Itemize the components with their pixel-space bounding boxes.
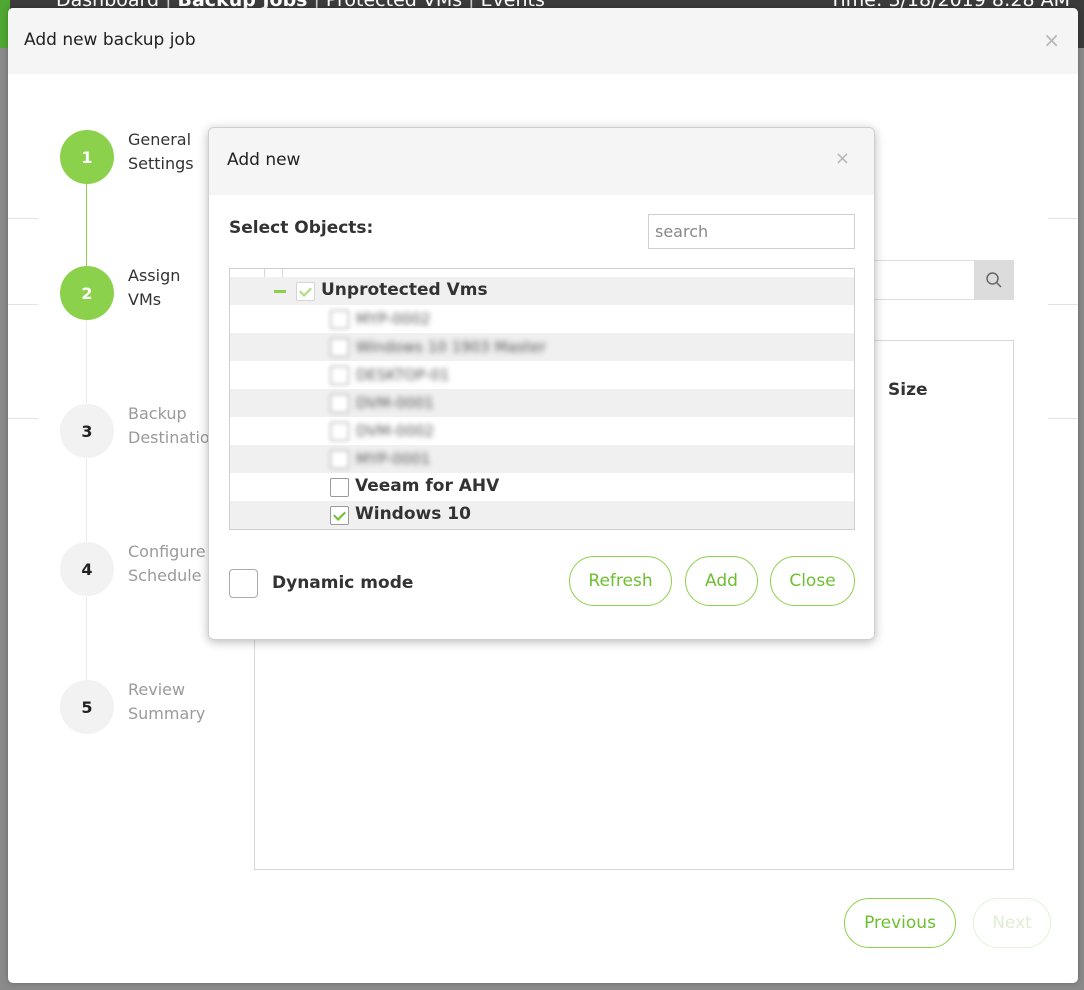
- vm-label: MYP-0001: [356, 450, 431, 468]
- step-label: Review Summary: [128, 680, 206, 723]
- dialog-title: Add new: [227, 150, 301, 170]
- tree-row-vm[interactable]: MYP-0002: [230, 305, 854, 333]
- step-connector-4-5: [86, 596, 87, 682]
- vm-checkbox[interactable]: [330, 422, 349, 441]
- vm-label: DVM-0002: [356, 422, 435, 440]
- vm-label: DESKTOP-01: [356, 366, 450, 384]
- step-connector-3-4: [86, 458, 87, 544]
- divider: [8, 218, 38, 219]
- objects-tree: Unprotected Vms MYP-0002 Windows 10 1903…: [229, 268, 855, 530]
- vm-checkbox[interactable]: [330, 450, 349, 469]
- close-icon[interactable]: ×: [835, 148, 850, 169]
- minus-icon[interactable]: [274, 290, 286, 293]
- tree-group-checkbox[interactable]: [296, 282, 315, 301]
- tree-row-vm[interactable]: Windows 10 1903 Master: [230, 333, 854, 361]
- tree-row-vm[interactable]: DVM-0001: [230, 389, 854, 417]
- modal-header: Add new backup job ×: [8, 8, 1078, 74]
- vm-checkbox[interactable]: [330, 366, 349, 385]
- dynamic-mode-checkbox[interactable]: [229, 569, 258, 598]
- vm-checkbox[interactable]: [330, 478, 349, 497]
- vm-label: Windows 10 1903 Master: [356, 338, 546, 356]
- modal-title: Add new backup job: [24, 30, 196, 50]
- step-label: Configure Schedule: [128, 542, 206, 585]
- vm-checkbox[interactable]: [330, 394, 349, 413]
- size-column-header: Size: [888, 380, 928, 400]
- dynamic-mode-label: Dynamic mode: [272, 573, 414, 593]
- tree-row-vm[interactable]: DESKTOP-01: [230, 361, 854, 389]
- tree-group-label: Unprotected Vms: [321, 280, 488, 300]
- dialog-header: Add new ×: [209, 128, 874, 195]
- step-number: 4: [60, 542, 114, 596]
- divider: [1048, 218, 1078, 219]
- vm-search-input[interactable]: [868, 260, 974, 300]
- step-label: Assign VMs: [128, 266, 181, 309]
- step-label: General Settings: [128, 130, 194, 173]
- vm-label: Veeam for AHV: [355, 476, 500, 496]
- vm-checkbox[interactable]: [330, 310, 349, 329]
- step-number: 5: [60, 680, 114, 734]
- divider: [1048, 304, 1078, 305]
- vm-checkbox[interactable]: [330, 506, 349, 525]
- divider: [1048, 418, 1078, 419]
- divider: [8, 304, 38, 305]
- object-search-input[interactable]: [648, 214, 855, 249]
- vm-label: Windows 10: [355, 504, 471, 524]
- previous-button[interactable]: Previous: [844, 898, 956, 948]
- close-button[interactable]: Close: [770, 556, 855, 606]
- search-icon: [986, 272, 1002, 288]
- vm-checkbox[interactable]: [330, 338, 349, 357]
- tree-row-vm[interactable]: MYP-0001: [230, 445, 854, 473]
- step-label: Backup Destination: [128, 404, 218, 447]
- step-number: 3: [60, 404, 114, 458]
- tree-row-vm[interactable]: DVM-0002: [230, 417, 854, 445]
- next-button[interactable]: Next: [973, 898, 1051, 948]
- add-objects-dialog: Add new × Select Objects: Unprotected Vm…: [208, 127, 875, 640]
- tree-row-vm[interactable]: Windows 10: [230, 501, 854, 529]
- refresh-button[interactable]: Refresh: [569, 556, 672, 606]
- step-number: 1: [60, 130, 114, 184]
- step-connector-2-3: [86, 320, 87, 406]
- step-number: 2: [60, 266, 114, 320]
- close-icon[interactable]: ×: [1043, 28, 1060, 52]
- add-button[interactable]: Add: [685, 556, 758, 606]
- vm-label: MYP-0002: [356, 310, 431, 328]
- vm-search-button[interactable]: [974, 260, 1014, 300]
- select-objects-label: Select Objects:: [229, 218, 374, 238]
- vm-label: DVM-0001: [356, 394, 435, 412]
- step-connector-1-2: [86, 182, 87, 268]
- tree-row-group[interactable]: Unprotected Vms: [230, 277, 854, 305]
- tree-row-vm[interactable]: Veeam for AHV: [230, 473, 854, 501]
- divider: [8, 418, 38, 419]
